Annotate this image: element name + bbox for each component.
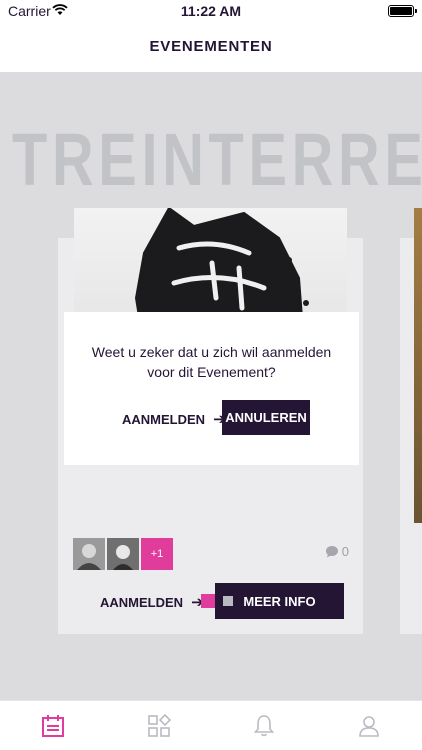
attendee-list[interactable]: +1: [73, 538, 173, 570]
confirm-register-button[interactable]: AANMELDEN ➔: [122, 410, 226, 428]
grid-icon: [148, 713, 172, 737]
more-attendees-badge[interactable]: +1: [141, 538, 173, 570]
clock: 11:22 AM: [180, 3, 242, 19]
avatar: [73, 538, 105, 570]
next-event-card-peek[interactable]: [400, 208, 422, 634]
next-event-image: [414, 208, 422, 523]
tab-profile[interactable]: [356, 713, 382, 739]
dialog-message: Weet u zeker dat u zich wil aanmelden vo…: [91, 344, 332, 380]
bell-icon: [253, 715, 275, 737]
page-title: EVENEMENTEN: [149, 38, 273, 55]
comment-icon: [325, 546, 338, 558]
comment-count[interactable]: 0: [325, 544, 349, 559]
register-label: AANMELDEN: [100, 594, 184, 610]
confirm-register-label: AANMELDEN: [122, 411, 206, 427]
background-event-title: TREINTERREAU: [12, 118, 422, 201]
user-icon: [359, 716, 379, 737]
register-link[interactable]: AANMELDEN ➔: [100, 593, 204, 611]
avatar: [107, 538, 139, 570]
events-carousel[interactable]: TREINTERREAU: [0, 72, 422, 700]
page-dot[interactable]: [223, 596, 233, 606]
tab-overview[interactable]: [146, 713, 172, 739]
tab-events[interactable]: [40, 713, 66, 739]
battery-icon: [388, 5, 417, 17]
page-dot-active[interactable]: [201, 594, 215, 608]
more-info-button[interactable]: MEER INFO: [215, 583, 344, 619]
tab-notifications[interactable]: [251, 713, 277, 739]
tab-bar: [0, 700, 422, 750]
navigation-bar: EVENEMENTEN: [0, 22, 422, 72]
cancel-button[interactable]: ANNULEREN: [222, 400, 310, 435]
status-bar: Carrier 11:22 AM: [0, 0, 422, 22]
page-indicator: [201, 594, 233, 608]
calendar-icon: [42, 715, 64, 737]
comment-count-value: 0: [341, 544, 349, 559]
confirm-registration-dialog: Weet u zeker dat u zich wil aanmelden vo…: [64, 312, 359, 465]
